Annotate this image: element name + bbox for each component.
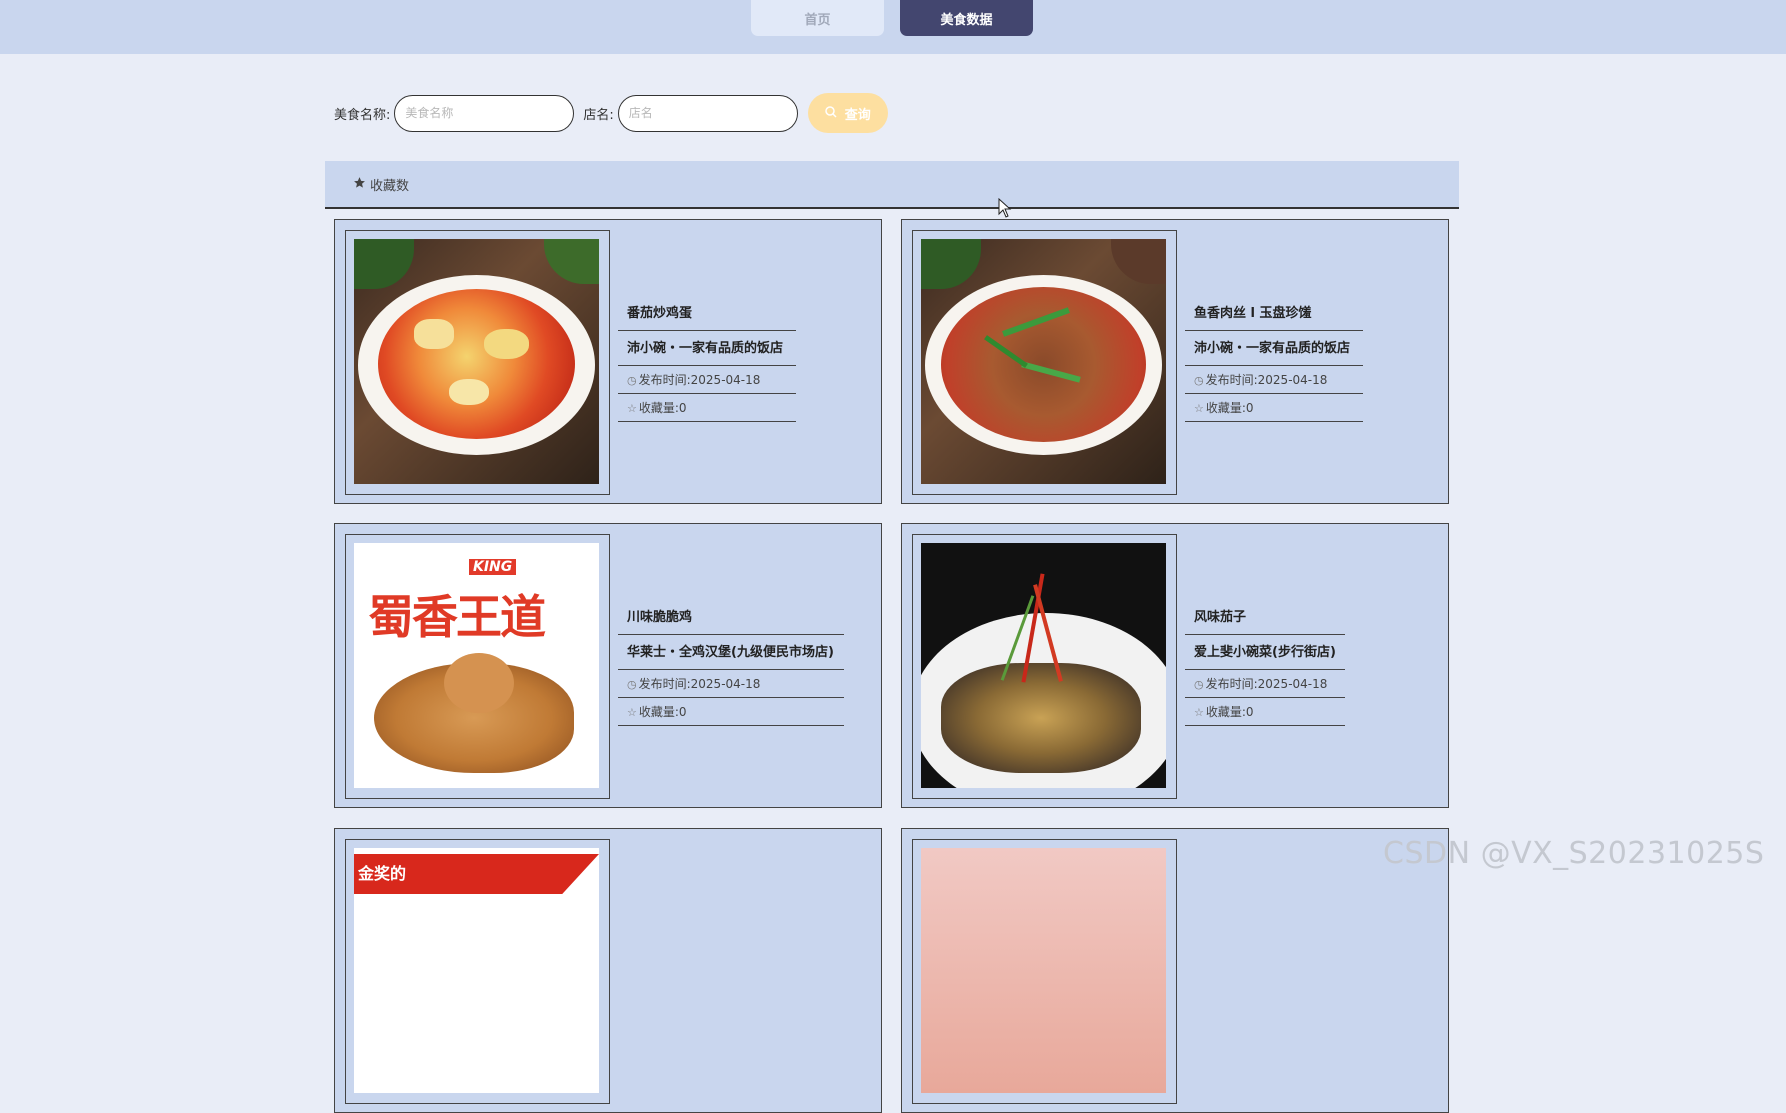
food-name-label: 美食名称: xyxy=(334,107,391,123)
clock-icon: ◷ xyxy=(1194,678,1204,691)
poster-text: 金奖的 xyxy=(358,864,407,883)
food-name[interactable]: 鱼香肉丝 l 玉盘珍馐 xyxy=(1185,296,1363,331)
food-card[interactable]: 金奖的 xyxy=(334,828,882,1113)
nav-tab-food-data[interactable]: 美食数据 xyxy=(900,0,1033,36)
shop-name: 沛小碗・一家有品质的饭店 xyxy=(1185,331,1363,366)
publish-time: ◷ 发布时间:2025-04-18 xyxy=(618,366,796,394)
publish-time: ◷ 发布时间:2025-04-18 xyxy=(1185,670,1345,698)
food-image-frame: 金奖的 xyxy=(345,839,610,1104)
shop-name: 华莱士・全鸡汉堡(九级便民市场店) xyxy=(618,635,844,670)
food-image-frame xyxy=(912,230,1177,495)
star-outline-icon: ☆ xyxy=(1194,402,1204,415)
food-card[interactable] xyxy=(901,828,1449,1113)
mouse-cursor-icon xyxy=(998,198,1012,218)
favorite-count: ☆ 收藏量:0 xyxy=(1185,698,1345,726)
nav-tab-home[interactable]: 首页 xyxy=(751,0,884,36)
food-name[interactable]: 川味脆脆鸡 xyxy=(618,600,844,635)
food-name[interactable]: 风味茄子 xyxy=(1185,600,1345,635)
publish-time: ◷ 发布时间:2025-04-18 xyxy=(618,670,844,698)
search-button[interactable]: 查询 xyxy=(807,93,888,133)
star-outline-icon: ☆ xyxy=(627,402,637,415)
food-card[interactable]: 番茄炒鸡蛋 沛小碗・一家有品质的饭店 ◷ 发布时间:2025-04-18 ☆ 收藏量… xyxy=(334,219,882,504)
fried-chicken-poster-image[interactable]: KING 蜀香王道 xyxy=(354,543,599,788)
shop-name-input[interactable] xyxy=(617,94,798,132)
poster-title: 蜀香王道 xyxy=(368,590,546,644)
poster-badge: KING xyxy=(469,559,517,575)
sort-by-favorites[interactable]: 收藏数 xyxy=(370,175,409,194)
sort-bar: 收藏数 xyxy=(325,161,1459,209)
eggplant-dish-image[interactable] xyxy=(921,543,1166,788)
food-name-input[interactable] xyxy=(394,94,575,132)
publish-time: ◷ 发布时间:2025-04-18 xyxy=(1185,366,1363,394)
shredded-pork-dish-image[interactable] xyxy=(921,239,1166,484)
clock-icon: ◷ xyxy=(627,678,637,691)
shop-name: 爱上斐小碗菜(步行街店) xyxy=(1185,635,1345,670)
food-image-frame: KING 蜀香王道 xyxy=(345,534,610,799)
food-name[interactable]: 番茄炒鸡蛋 xyxy=(618,296,796,331)
food-card[interactable]: KING 蜀香王道 川味脆脆鸡 华莱士・全鸡汉堡(九级便民市场店) ◷ 发布时间:… xyxy=(334,523,882,808)
search-icon xyxy=(825,105,837,121)
food-image-frame xyxy=(912,839,1177,1104)
search-button-label: 查询 xyxy=(844,107,871,123)
shop-name: 沛小碗・一家有品质的饭店 xyxy=(618,331,796,366)
food-card[interactable]: 鱼香肉丝 l 玉盘珍馐 沛小碗・一家有品质的饭店 ◷ 发布时间:2025-04-1… xyxy=(901,219,1449,504)
star-outline-icon: ☆ xyxy=(627,706,637,719)
star-outline-icon: ☆ xyxy=(1194,706,1204,719)
clock-icon: ◷ xyxy=(1194,374,1204,387)
favorite-count: ☆ 收藏量:0 xyxy=(1185,394,1363,422)
shop-name-label: 店名: xyxy=(583,107,614,123)
favorite-count: ☆ 收藏量:0 xyxy=(618,394,796,422)
tomato-egg-dish-image[interactable] xyxy=(354,239,599,484)
clock-icon: ◷ xyxy=(627,374,637,387)
star-icon xyxy=(353,176,366,192)
food-image-frame xyxy=(345,230,610,495)
watermark: CSDN @VX_S20231025S xyxy=(1383,836,1765,871)
favorite-count: ☆ 收藏量:0 xyxy=(618,698,844,726)
food-image-frame xyxy=(912,534,1177,799)
food-card[interactable]: 风味茄子 爱上斐小碗菜(步行街店) ◷ 发布时间:2025-04-18 ☆ 收藏量:… xyxy=(901,523,1449,808)
search-bar: 美食名称: 店名: 查询 xyxy=(334,93,888,133)
top-nav-bar: 首页 美食数据 xyxy=(0,0,1786,54)
